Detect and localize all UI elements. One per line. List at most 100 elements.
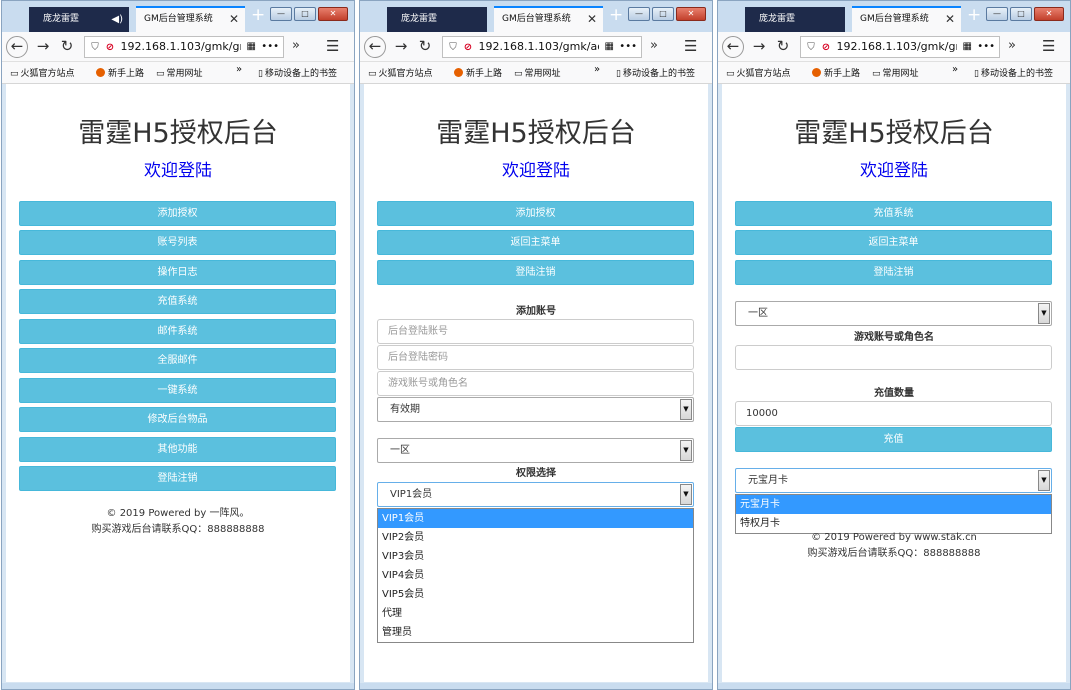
tab-active[interactable]: GM后台管理系统 ✕	[136, 6, 245, 32]
tab-inactive[interactable]: 庞龙雷霆	[745, 7, 845, 32]
dropdown-option[interactable]: 管理员	[378, 623, 693, 642]
back-to-main-button[interactable]: 返回主菜单	[377, 230, 694, 255]
bookmark-item[interactable]: ▭ 常用网址	[514, 66, 561, 79]
maximize-button[interactable]: □	[1010, 7, 1032, 21]
dropdown-option[interactable]: VIP4会员	[378, 566, 693, 585]
dropdown-option[interactable]: 代理	[378, 604, 693, 623]
maximize-button[interactable]: □	[294, 7, 316, 21]
url-bar[interactable]: ⛉ ⊘ 192.168.1.103/gmk/adi ▦ •••	[442, 36, 642, 58]
dropdown-option[interactable]: VIP3会员	[378, 547, 693, 566]
forward-arrow-icon[interactable]: →	[32, 36, 54, 58]
select-arrow-icon[interactable]: ▼	[680, 399, 692, 420]
qr-code-icon[interactable]: ▦	[604, 37, 614, 57]
validity-select[interactable]: 有效期 ▼	[377, 397, 694, 422]
admin-username-field[interactable]: 后台登陆账号	[377, 319, 694, 344]
dropdown-option[interactable]: 元宝月卡	[736, 495, 1051, 514]
back-arrow-icon[interactable]: ←	[722, 36, 744, 58]
bookmarks-overflow[interactable]: »	[594, 64, 600, 75]
more-dots-icon[interactable]: •••	[261, 37, 279, 57]
bookmark-item[interactable]: ▭ 火狐官方站点	[726, 66, 791, 79]
bookmarks-overflow[interactable]: »	[952, 64, 958, 75]
minimize-button[interactable]: —	[628, 7, 650, 21]
tab-active[interactable]: GM后台管理系统 ✕	[494, 6, 603, 32]
recharge-button[interactable]: 充值	[735, 427, 1052, 452]
bookmark-item[interactable]: 新手上路	[96, 66, 144, 79]
tab-inactive[interactable]: 庞龙雷霆	[387, 7, 487, 32]
url-bar[interactable]: ⛉ ⊘ 192.168.1.103/gmk/gm ▦ •••	[800, 36, 1000, 58]
add-auth-button[interactable]: 添加授权	[19, 201, 336, 226]
operation-log-button[interactable]: 操作日志	[19, 260, 336, 285]
url-bar[interactable]: ⛉ ⊘ 192.168.1.103/gmk/gm ▦ •••	[84, 36, 284, 58]
logout-button[interactable]: 登陆注销	[19, 466, 336, 491]
url-text[interactable]: 192.168.1.103/gmk/adi	[479, 37, 599, 57]
dropdown-option[interactable]: VIP1会员	[378, 509, 693, 528]
qr-code-icon[interactable]: ▦	[962, 37, 972, 57]
bookmark-item[interactable]: ▭ 常用网址	[156, 66, 203, 79]
one-key-button[interactable]: 一键系统	[19, 378, 336, 403]
menu-hamburger-icon[interactable]: ☰	[326, 37, 339, 55]
account-list-button[interactable]: 账号列表	[19, 230, 336, 255]
menu-hamburger-icon[interactable]: ☰	[1042, 37, 1055, 55]
bookmark-item[interactable]: ▭ 常用网址	[872, 66, 919, 79]
url-text[interactable]: 192.168.1.103/gmk/gm	[837, 37, 957, 57]
new-tab-button[interactable]: +	[967, 5, 981, 25]
mail-system-button[interactable]: 邮件系统	[19, 319, 336, 344]
back-arrow-icon[interactable]: ←	[6, 36, 28, 58]
bookmark-item[interactable]: ▯ 移动设备上的书签	[974, 66, 1053, 79]
overflow-chevron[interactable]: »	[292, 38, 300, 53]
close-icon[interactable]: ✕	[945, 8, 955, 31]
admin-password-field[interactable]: 后台登陆密码	[377, 345, 694, 370]
close-icon[interactable]: ✕	[587, 8, 597, 31]
maximize-button[interactable]: □	[652, 7, 674, 21]
new-tab-button[interactable]: +	[609, 5, 623, 25]
permission-select[interactable]: VIP1会员 ▼	[377, 482, 694, 507]
shield-icon[interactable]: ⛉	[445, 38, 461, 57]
url-text[interactable]: 192.168.1.103/gmk/gm	[121, 37, 241, 57]
server-select[interactable]: 一区 ▼	[735, 301, 1052, 326]
window-close-button[interactable]: ✕	[318, 7, 348, 21]
back-to-main-button[interactable]: 返回主菜单	[735, 230, 1052, 255]
menu-hamburger-icon[interactable]: ☰	[684, 37, 697, 55]
reload-icon[interactable]: ↻	[414, 36, 436, 58]
speaker-icon[interactable]: ◀)	[111, 7, 123, 32]
shield-icon[interactable]: ⛉	[803, 38, 819, 57]
add-auth-button[interactable]: 添加授权	[377, 201, 694, 226]
server-mail-button[interactable]: 全服邮件	[19, 348, 336, 373]
select-arrow-icon[interactable]: ▼	[1038, 470, 1050, 491]
bookmark-item[interactable]: ▯ 移动设备上的书签	[258, 66, 337, 79]
game-account-field[interactable]: 游戏账号或角色名	[377, 371, 694, 396]
tab-active[interactable]: GM后台管理系统 ✕	[852, 6, 961, 32]
forward-arrow-icon[interactable]: →	[748, 36, 770, 58]
select-arrow-icon[interactable]: ▼	[1038, 303, 1050, 324]
back-arrow-icon[interactable]: ←	[364, 36, 386, 58]
insecure-lock-icon[interactable]: ⊘	[461, 38, 475, 57]
dropdown-option[interactable]: VIP2会员	[378, 528, 693, 547]
tab-inactive[interactable]: 庞龙雷霆 ◀)	[29, 7, 129, 32]
overflow-chevron[interactable]: »	[1008, 38, 1016, 53]
new-tab-button[interactable]: +	[251, 5, 265, 25]
insecure-lock-icon[interactable]: ⊘	[103, 38, 117, 57]
overflow-chevron[interactable]: »	[650, 38, 658, 53]
reload-icon[interactable]: ↻	[56, 36, 78, 58]
shield-icon[interactable]: ⛉	[87, 38, 103, 57]
game-account-field[interactable]	[735, 345, 1052, 370]
bookmark-item[interactable]: ▯ 移动设备上的书签	[616, 66, 695, 79]
server-select[interactable]: 一区 ▼	[377, 438, 694, 463]
logout-button[interactable]: 登陆注销	[377, 260, 694, 285]
qr-code-icon[interactable]: ▦	[246, 37, 256, 57]
forward-arrow-icon[interactable]: →	[390, 36, 412, 58]
bookmark-item[interactable]: 新手上路	[454, 66, 502, 79]
other-functions-button[interactable]: 其他功能	[19, 437, 336, 462]
window-close-button[interactable]: ✕	[676, 7, 706, 21]
dropdown-option[interactable]: VIP5会员	[378, 585, 693, 604]
window-close-button[interactable]: ✕	[1034, 7, 1064, 21]
recharge-system-button[interactable]: 充值系统	[735, 201, 1052, 226]
recharge-system-button[interactable]: 充值系统	[19, 289, 336, 314]
card-select[interactable]: 元宝月卡 ▼	[735, 468, 1052, 493]
reload-icon[interactable]: ↻	[772, 36, 794, 58]
bookmark-item[interactable]: 新手上路	[812, 66, 860, 79]
more-dots-icon[interactable]: •••	[977, 37, 995, 57]
amount-field[interactable]: 10000	[735, 401, 1052, 426]
modify-items-button[interactable]: 修改后台物品	[19, 407, 336, 432]
insecure-lock-icon[interactable]: ⊘	[819, 38, 833, 57]
